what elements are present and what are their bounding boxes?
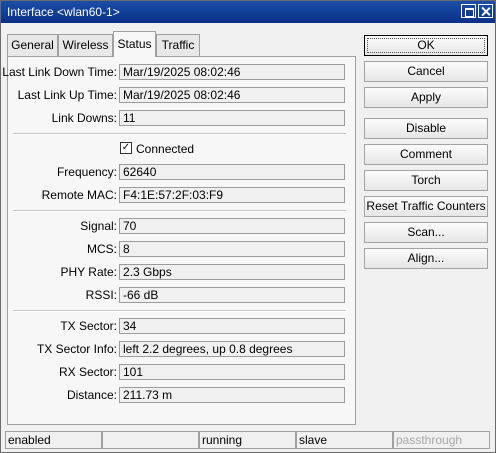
- rx-sector-field[interactable]: 101: [119, 364, 345, 380]
- last-link-down-label: Last Link Down Time:: [2, 65, 117, 79]
- separator: [13, 133, 346, 135]
- last-link-up-label: Last Link Up Time:: [17, 88, 117, 102]
- rx-sector-label: RX Sector:: [58, 365, 117, 379]
- tx-sector-info-field[interactable]: left 2.2 degrees, up 0.8 degrees: [119, 341, 345, 357]
- connected-label: Connected: [136, 142, 195, 156]
- tx-sector-field[interactable]: 34: [119, 318, 345, 334]
- interface-window: Interface <wlan60-1> General Wireless St…: [0, 0, 496, 453]
- last-link-down-field[interactable]: Mar/19/2025 08:02:46: [119, 64, 345, 80]
- link-downs-label: Link Downs:: [51, 111, 117, 125]
- last-link-up-field[interactable]: Mar/19/2025 08:02:46: [119, 87, 345, 103]
- separator: [13, 310, 346, 312]
- rssi-label: RSSI:: [85, 288, 117, 302]
- rssi-field[interactable]: -66 dB: [119, 287, 345, 303]
- remote-mac-label: Remote MAC:: [41, 188, 117, 202]
- mcs-label: MCS:: [87, 242, 117, 256]
- frequency-field[interactable]: 62640: [119, 164, 345, 180]
- tx-sector-label: TX Sector:: [60, 319, 117, 333]
- signal-label: Signal:: [80, 219, 117, 233]
- connected-checkbox[interactable]: ✓: [120, 142, 132, 154]
- tx-sector-info-label: TX Sector Info:: [36, 342, 117, 356]
- mcs-field[interactable]: 8: [119, 241, 345, 257]
- link-downs-field[interactable]: 11: [119, 110, 345, 126]
- distance-field[interactable]: 211.73 m: [119, 387, 345, 403]
- separator: [13, 210, 346, 212]
- phy-rate-field[interactable]: 2.3 Gbps: [119, 264, 345, 280]
- remote-mac-field[interactable]: F4:1E:57:2F:03:F9: [119, 187, 345, 203]
- signal-field[interactable]: 70: [119, 218, 345, 234]
- frequency-label: Frequency:: [56, 165, 117, 179]
- phy-rate-label: PHY Rate:: [60, 265, 117, 279]
- status-fields: Last Link Down Time: Mar/19/2025 08:02:4…: [1, 1, 495, 452]
- distance-label: Distance:: [66, 388, 117, 402]
